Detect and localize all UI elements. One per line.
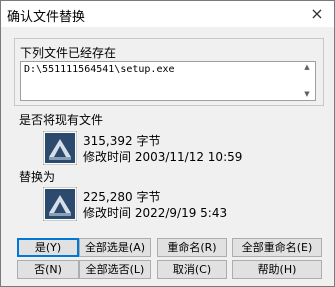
no-to-all-button[interactable]: 全部选否(L)	[79, 260, 151, 279]
replacement-file-label: 替换为	[19, 170, 56, 184]
dialog-title: 确认文件替换	[7, 10, 86, 25]
existing-file-label: 是否将现有文件	[19, 113, 104, 127]
no-button[interactable]: 否(N)	[17, 260, 79, 279]
yes-button[interactable]: 是(Y)	[17, 238, 79, 257]
title-bar[interactable]: 确认文件替换 ×	[1, 1, 334, 27]
existing-file-icon	[43, 131, 77, 165]
close-icon[interactable]: ×	[300, 1, 334, 27]
yes-to-all-button[interactable]: 全部选是(A)	[79, 238, 151, 257]
replacement-file-size: 225,280 字节	[83, 190, 161, 204]
existing-file-group: 下列文件已经存在 D:\551111564541\setup.exe ▲ ▼	[14, 38, 324, 106]
rename-all-button[interactable]: 全部重命名(E)	[232, 238, 322, 257]
group-title: 下列文件已经存在	[20, 46, 117, 60]
scroll-up-arrow-icon[interactable]: ▲	[300, 63, 314, 72]
existing-file-modified: 修改时间 2003/11/12 10:59	[83, 150, 243, 164]
file-path-box[interactable]: D:\551111564541\setup.exe ▲ ▼	[20, 61, 316, 101]
file-path: D:\551111564541\setup.exe	[24, 64, 175, 75]
scroll-down-arrow-icon[interactable]: ▼	[300, 90, 314, 99]
help-button[interactable]: 帮助(H)	[232, 260, 322, 279]
cancel-button[interactable]: 取消(C)	[157, 260, 227, 279]
rename-button[interactable]: 重命名(R)	[157, 238, 227, 257]
replacement-file-icon	[43, 187, 77, 221]
confirm-file-replace-dialog: 确认文件替换 × 下列文件已经存在 D:\551111564541\setup.…	[0, 0, 335, 287]
existing-file-size: 315,392 字节	[83, 134, 161, 148]
existing-file-info: 315,392 字节 修改时间 2003/11/12 10:59	[83, 133, 242, 165]
replacement-file-info: 225,280 字节 修改时间 2022/9/19 5:43	[83, 189, 227, 221]
replacement-file-modified: 修改时间 2022/9/19 5:43	[83, 206, 228, 220]
